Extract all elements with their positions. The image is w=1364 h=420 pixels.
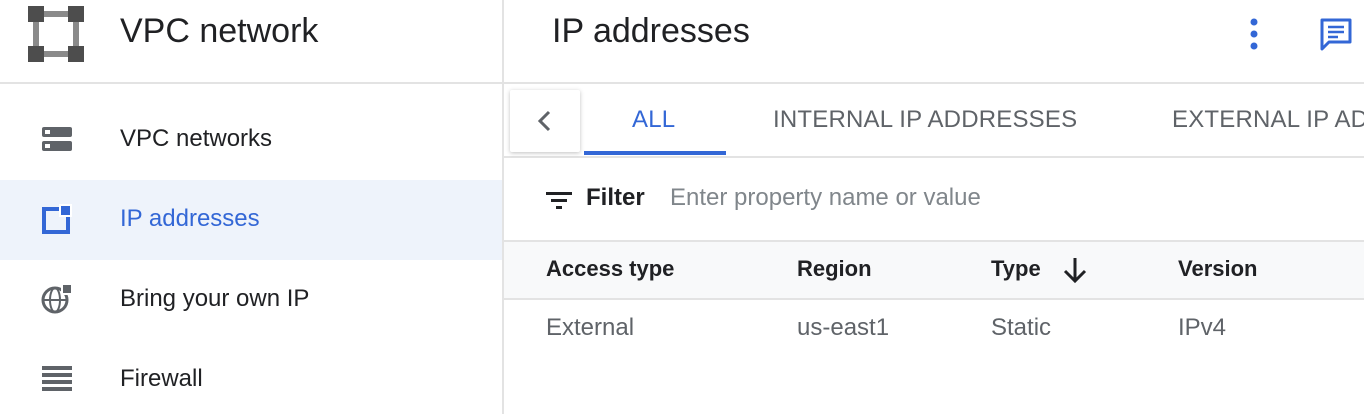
tabs-scroll-left-button[interactable]	[510, 90, 580, 152]
tab-internal-ip-addresses[interactable]: INTERNAL IP ADDRESSES	[773, 106, 1077, 134]
sidebar-item-ip-addresses[interactable]: IP addresses	[0, 180, 502, 260]
sidebar-item-firewall[interactable]: Firewall	[0, 340, 502, 420]
column-header-access-type[interactable]: Access type	[546, 256, 674, 282]
column-header-version[interactable]: Version	[1178, 256, 1257, 282]
vpc-network-logo-icon[interactable]	[28, 6, 84, 62]
feedback-icon[interactable]	[1318, 16, 1354, 52]
page-title: IP addresses	[552, 12, 750, 50]
cell-type: Static	[991, 314, 1052, 341]
product-title: VPC network	[120, 12, 319, 50]
column-header-type[interactable]: Type	[991, 256, 1041, 282]
cell-access-type: External	[546, 314, 635, 341]
sidebar-item-label: Bring your own IP	[120, 285, 310, 312]
sidebar-item-bring-your-own-ip[interactable]: Bring your own IP	[0, 260, 502, 340]
more-vert-icon[interactable]	[1240, 16, 1268, 52]
sidebar-item-label: IP addresses	[120, 205, 260, 232]
ip-addresses-icon	[42, 204, 72, 234]
sidebar-item-label: VPC networks	[120, 125, 273, 152]
cell-region: us-east1	[797, 314, 890, 341]
arrow-down-icon[interactable]	[1062, 256, 1088, 284]
column-header-region[interactable]: Region	[797, 256, 872, 282]
filter-icon	[546, 192, 572, 209]
firewall-icon	[42, 366, 72, 391]
cell-version: IPv4	[1178, 314, 1227, 341]
filter-input[interactable]	[660, 178, 1360, 218]
active-tab-indicator	[584, 151, 726, 155]
chevron-left-icon	[537, 110, 551, 132]
sidebar-item-label: Firewall	[120, 365, 203, 392]
globe-icon	[41, 283, 73, 314]
filter-label: Filter	[586, 184, 645, 211]
sidebar-item-vpc-networks[interactable]: VPC networks	[0, 100, 502, 180]
tab-external-ip-addresses[interactable]: EXTERNAL IP AD	[1172, 106, 1364, 134]
vpc-networks-icon	[42, 127, 72, 151]
tab-all[interactable]: ALL	[632, 106, 675, 134]
